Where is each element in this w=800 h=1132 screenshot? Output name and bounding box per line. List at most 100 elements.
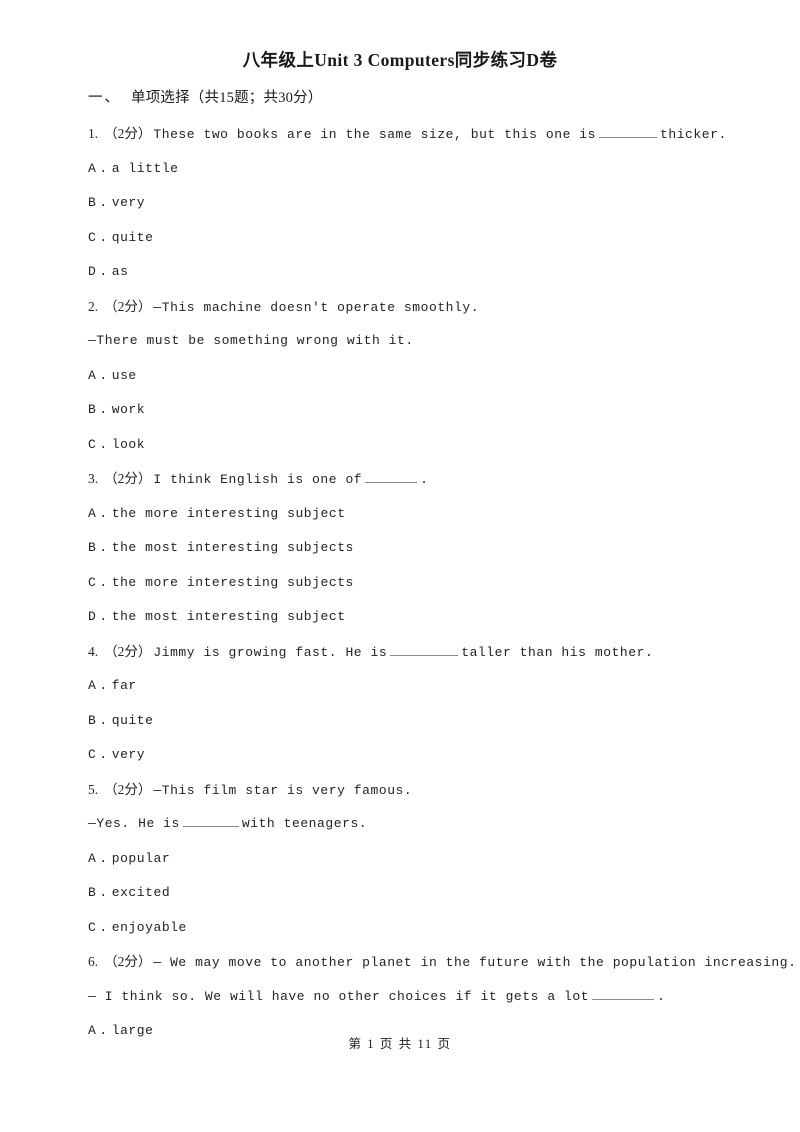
question-text: Jimmy is growing fast. He is (153, 644, 388, 660)
option-text: the more interesting subjects (111, 574, 354, 590)
option-row[interactable]: B. quite (88, 704, 712, 739)
document-page: 八年级上Unit 3 Computers同步练习D卷 一、 单项选择（共15题；共… (0, 0, 800, 1132)
question-number: 3. (88, 471, 99, 486)
question-number: 2. (88, 298, 99, 314)
question-score: （2分） (104, 471, 152, 486)
question-line: 5. （2分） —This film star is very famous. (88, 773, 712, 808)
option-row[interactable]: B. work (88, 393, 712, 428)
question-score: （2分） (104, 781, 152, 797)
question-line: — I think so. We will have no other choi… (88, 980, 712, 1015)
question-text: —There must be something wrong with it. (88, 333, 414, 348)
option-separator: . (99, 850, 108, 866)
option-separator: . (99, 609, 108, 624)
section-header: 一、 单项选择（共15题；共30分） (88, 86, 712, 110)
exam-content: 一、 单项选择（共15题；共30分） 1. （2分） These two books … (88, 86, 796, 1049)
option-row[interactable]: A. the more interesting subject (88, 497, 712, 532)
section-number: 一、 (88, 90, 121, 106)
option-letter: A (88, 505, 97, 521)
option-letter: B (88, 540, 97, 555)
option-separator: . (99, 436, 108, 452)
option-letter: A (88, 160, 97, 176)
option-separator: . (99, 402, 108, 417)
option-row[interactable]: A. far (88, 669, 712, 704)
question-score: （2分） (104, 298, 152, 314)
option-separator: . (99, 747, 108, 762)
question-score: （2分） (104, 643, 152, 659)
option-text: work (111, 402, 146, 417)
question-score: （2分） (104, 954, 152, 969)
question-text: —This machine doesn't operate smoothly. (153, 299, 480, 315)
question-text-tail: . (420, 472, 429, 487)
question-line: 2. （2分） —This machine doesn't operate smoo… (88, 290, 712, 325)
option-row[interactable]: B. very (88, 186, 712, 221)
option-letter: A (88, 850, 97, 866)
option-separator: . (99, 367, 108, 383)
option-text: as (111, 264, 129, 279)
option-text: the most interesting subjects (111, 540, 354, 555)
question-line: 6. （2分） — We may move to another planet in… (88, 945, 796, 980)
option-row[interactable]: D. as (88, 255, 712, 290)
option-separator: . (99, 540, 108, 555)
question-line: —There must be something wrong with it. (88, 324, 712, 359)
page-title: 八年级上Unit 3 Computers同步练习D卷 (242, 50, 558, 70)
option-text: very (111, 195, 146, 210)
question-number: 6. (88, 954, 99, 969)
question-text: I think English is one of (153, 472, 363, 487)
option-letter: B (88, 712, 97, 728)
question-text: These two books are in the same size, bu… (153, 127, 596, 142)
option-letter: A (88, 367, 97, 383)
option-separator: . (99, 264, 108, 279)
question-text: —This film star is very famous. (153, 782, 413, 798)
question-number: 4. (88, 643, 99, 659)
option-text: use (111, 367, 137, 383)
option-text: a little (111, 160, 179, 176)
question-score: （2分） (104, 126, 152, 141)
option-text: the most interesting subject (111, 609, 346, 624)
option-row[interactable]: C. enjoyable (88, 911, 712, 946)
option-row[interactable]: C. look (88, 428, 712, 463)
option-letter: D (88, 264, 97, 279)
option-separator: . (99, 885, 108, 900)
option-separator: . (99, 505, 108, 521)
option-text: quite (111, 712, 154, 728)
question-text: —Yes. He is (88, 816, 180, 831)
option-separator: . (99, 160, 108, 176)
option-text: enjoyable (111, 919, 187, 935)
question-list: 1. （2分） These two books are in the same si… (88, 117, 796, 1049)
option-row[interactable]: D. the most interesting subject (88, 600, 712, 635)
option-text: quite (111, 229, 154, 245)
question-number: 1. (88, 126, 99, 141)
option-row[interactable]: B. excited (88, 876, 712, 911)
option-text: far (111, 678, 137, 693)
option-letter: C (88, 574, 97, 590)
option-text: excited (111, 885, 171, 900)
option-row[interactable]: A.a little (88, 152, 712, 187)
option-row[interactable]: A. use (88, 359, 712, 394)
option-separator: . (99, 229, 108, 245)
option-letter: B (88, 402, 97, 417)
question-text-tail: thicker. (660, 127, 727, 142)
answer-blank (592, 988, 655, 1000)
option-separator: . (99, 574, 108, 590)
option-letter: C (88, 229, 97, 245)
question-text-tail: taller than his mother. (461, 644, 654, 660)
option-letter: D (88, 609, 97, 624)
option-letter: C (88, 436, 97, 452)
question-text: — We may move to another planet in the f… (153, 955, 797, 970)
answer-blank (182, 815, 239, 827)
question-line: 3. （2分） I think English is one of. (88, 462, 712, 497)
question-number: 5. (88, 781, 99, 797)
option-text: look (111, 436, 146, 452)
option-row[interactable]: B. the most interesting subjects (88, 531, 712, 566)
option-row[interactable]: C. quite (88, 221, 712, 256)
option-row[interactable]: A. popular (88, 842, 712, 877)
option-separator: . (99, 195, 108, 210)
page-footer: 第 1 页 共 11 页 (348, 1037, 452, 1051)
question-text: — I think so. We will have no other choi… (88, 988, 590, 1004)
option-separator: . (99, 678, 108, 693)
question-line: 1. （2分） These two books are in the same si… (88, 117, 726, 152)
option-row[interactable]: C. very (88, 738, 712, 773)
option-row[interactable]: C. the more interesting subjects (88, 566, 712, 601)
answer-blank (599, 126, 657, 138)
question-text-tail: . (657, 988, 666, 1004)
